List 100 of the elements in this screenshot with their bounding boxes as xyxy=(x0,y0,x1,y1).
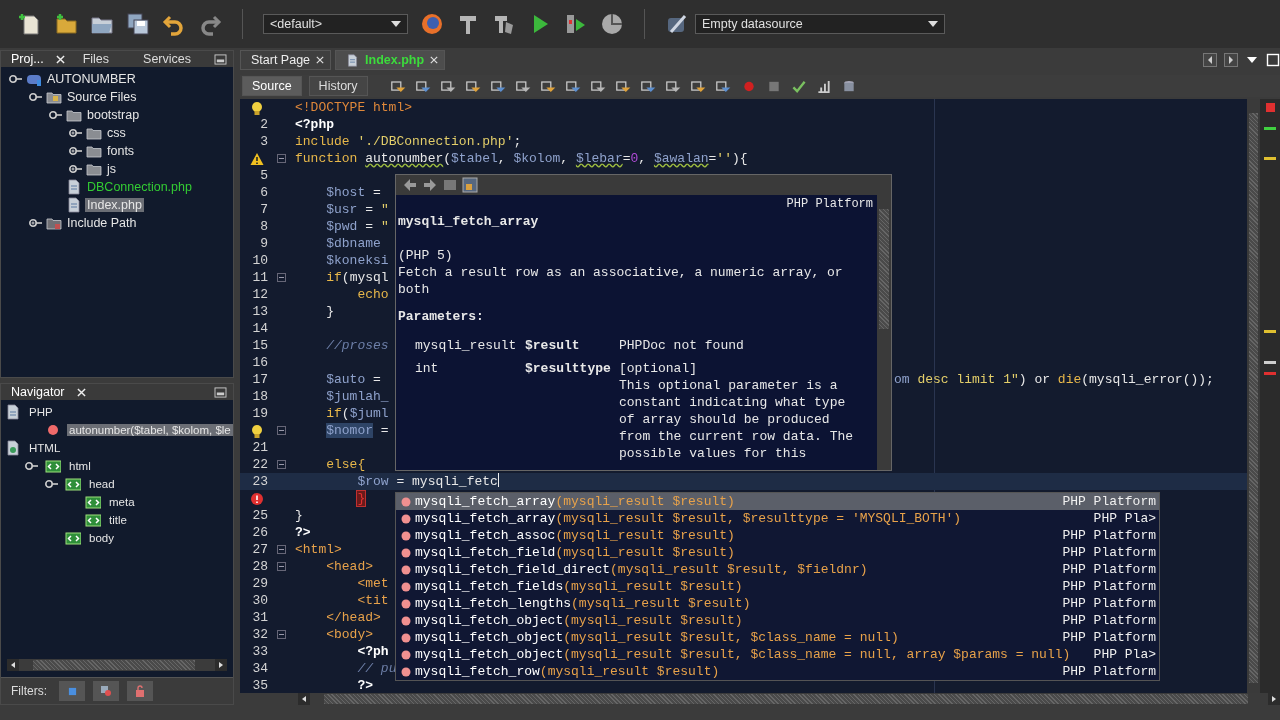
minimize-icon[interactable] xyxy=(214,53,227,65)
globe-icon[interactable] xyxy=(420,12,444,36)
panel-tab[interactable]: Services xyxy=(139,52,195,66)
expander-icon[interactable] xyxy=(25,461,39,471)
tree-item[interactable]: Source Files xyxy=(65,90,139,104)
tree-item[interactable]: title xyxy=(107,514,129,526)
expander-icon[interactable] xyxy=(69,164,83,174)
completion-item[interactable]: mysqli_fetch_field_direct(mysqli_result $result, $fieldnr) PHP Platform xyxy=(396,561,1159,578)
fold-icon[interactable] xyxy=(277,562,286,571)
fold-icon[interactable] xyxy=(277,545,286,554)
profile-icon[interactable] xyxy=(600,12,624,36)
parameter-type: mysqli_result xyxy=(414,337,518,354)
warning-icon[interactable] xyxy=(250,151,264,166)
tree-item[interactable]: HTML xyxy=(27,442,63,454)
save-all-icon[interactable] xyxy=(126,12,150,36)
tree-item[interactable]: DBConnection.php xyxy=(85,180,194,194)
completion-item[interactable]: mysqli_fetch_fields(mysqli_result $result) PHP Platform xyxy=(396,578,1159,595)
tree-item[interactable]: autonumber($tabel, $kolom, $le xyxy=(67,424,233,436)
completion-item[interactable]: mysqli_fetch_lengths(mysqli_result $result) PHP Platform xyxy=(396,595,1159,612)
vertical-scrollbar[interactable] xyxy=(877,195,891,470)
expander-icon[interactable] xyxy=(45,479,59,489)
filter-button[interactable] xyxy=(93,681,119,701)
source-icon[interactable] xyxy=(462,177,478,193)
tree-item[interactable]: meta xyxy=(107,496,137,508)
function-icon xyxy=(401,649,411,660)
scroll-right-icon[interactable] xyxy=(1268,693,1280,705)
caret-icon[interactable] xyxy=(391,21,401,27)
scroll-right-icon[interactable] xyxy=(1224,53,1238,67)
expander-icon[interactable] xyxy=(29,218,43,228)
caret-icon[interactable] xyxy=(928,21,938,27)
code-line: $host = xyxy=(325,184,381,201)
tree-item[interactable]: Index.php xyxy=(85,198,144,212)
close-icon[interactable] xyxy=(316,56,325,64)
code-line: //proses xyxy=(325,337,389,354)
scroll-right-icon[interactable] xyxy=(215,659,227,671)
code-line: </head> xyxy=(325,609,381,626)
fold-icon[interactable] xyxy=(277,273,286,282)
fold-icon[interactable] xyxy=(277,426,286,435)
tree-item[interactable]: PHP xyxy=(27,406,55,418)
completion-item[interactable]: mysqli_fetch_object(mysqli_result $result) PHP Platform xyxy=(396,612,1159,629)
fold-icon[interactable] xyxy=(277,630,286,639)
expander-icon[interactable] xyxy=(69,146,83,156)
panel-tab[interactable]: Files xyxy=(78,52,114,66)
view-tab[interactable]: Source xyxy=(242,76,302,96)
close-icon[interactable] xyxy=(76,387,86,397)
tree-item[interactable]: body xyxy=(87,532,116,544)
completion-item[interactable]: mysqli_fetch_row(mysqli_result $result) PHP Platform xyxy=(396,663,1159,680)
line-number: 2 xyxy=(260,117,268,132)
panel-tab[interactable]: Proj... xyxy=(7,52,48,66)
tree-item[interactable]: js xyxy=(105,162,119,176)
expander-icon[interactable] xyxy=(49,110,63,120)
completion-item[interactable]: mysqli_fetch_object(mysqli_result $result, $class_name = null, array $params = null) PHP Pla> xyxy=(396,646,1159,663)
editor-tab[interactable]: Start Page xyxy=(240,50,332,70)
completion-item[interactable]: mysqli_fetch_array(mysqli_result $result, $resulttype = 'MYSQLI_BOTH') PHP Pla> xyxy=(396,510,1159,527)
line-number: 18 xyxy=(252,389,268,404)
tree-item[interactable]: bootstrap xyxy=(85,108,142,122)
fold-icon[interactable] xyxy=(277,154,286,163)
tree-item[interactable]: fonts xyxy=(105,144,137,158)
completion-item[interactable]: mysqli_fetch_assoc(mysqli_result $result) PHP Platform xyxy=(396,527,1159,544)
code-line: if($juml xyxy=(325,405,389,422)
configuration-dropdown[interactable]: <default> xyxy=(263,14,408,34)
code-line: $usr = " xyxy=(325,201,389,218)
expander-icon[interactable] xyxy=(29,92,43,102)
close-icon[interactable] xyxy=(430,56,439,64)
lightbulb-icon[interactable] xyxy=(250,100,264,115)
horizontal-scrollbar[interactable] xyxy=(298,693,1280,705)
tree-item[interactable]: css xyxy=(105,126,128,140)
fold-icon[interactable] xyxy=(277,460,286,469)
view-tab[interactable]: History xyxy=(308,76,368,96)
expander-icon[interactable] xyxy=(9,74,23,84)
tree-item[interactable]: AUTONUMBER xyxy=(45,72,138,86)
editor-tab[interactable]: Index.php xyxy=(335,50,446,70)
datasource-dropdown[interactable]: Empty datasource xyxy=(695,14,945,34)
scroll-left-icon[interactable] xyxy=(7,659,19,671)
error-icon[interactable] xyxy=(250,491,264,506)
maximize-icon[interactable] xyxy=(1266,53,1280,67)
code-line: include './DBConnection.php'; xyxy=(295,133,522,150)
line-number: 28 xyxy=(252,559,268,574)
tree-item[interactable]: head xyxy=(87,478,117,490)
scroll-left-icon[interactable] xyxy=(298,693,310,705)
completion-item[interactable]: mysqli_fetch_object(mysqli_result $result, $class_name = null) PHP Platform xyxy=(396,629,1159,646)
completion-item[interactable]: mysqli_fetch_array(mysqli_result $result) PHP Platform xyxy=(396,493,1159,510)
function-icon xyxy=(401,615,411,626)
folder-icon xyxy=(86,125,102,141)
tree-item[interactable]: html xyxy=(67,460,93,472)
lightbulb-icon[interactable] xyxy=(250,423,264,438)
code-line: <!DOCTYPE html> xyxy=(295,99,413,116)
horizontal-scrollbar[interactable] xyxy=(7,659,227,671)
parameter-name: $resulttype xyxy=(525,360,612,378)
back-arrow-icon[interactable] xyxy=(402,177,418,193)
forward-arrow-icon[interactable] xyxy=(422,177,438,193)
completion-item[interactable]: mysqli_fetch_field(mysqli_result $result) PHP Platform xyxy=(396,544,1159,561)
new-project-icon[interactable] xyxy=(54,12,78,36)
close-icon[interactable] xyxy=(55,54,65,64)
new-file-icon[interactable] xyxy=(18,12,42,36)
tree-item[interactable]: Include Path xyxy=(65,216,139,230)
scroll-left-icon[interactable] xyxy=(1203,53,1217,67)
minimize-icon[interactable] xyxy=(214,386,227,398)
expander-icon[interactable] xyxy=(69,128,83,138)
line-number: 35 xyxy=(252,678,268,693)
